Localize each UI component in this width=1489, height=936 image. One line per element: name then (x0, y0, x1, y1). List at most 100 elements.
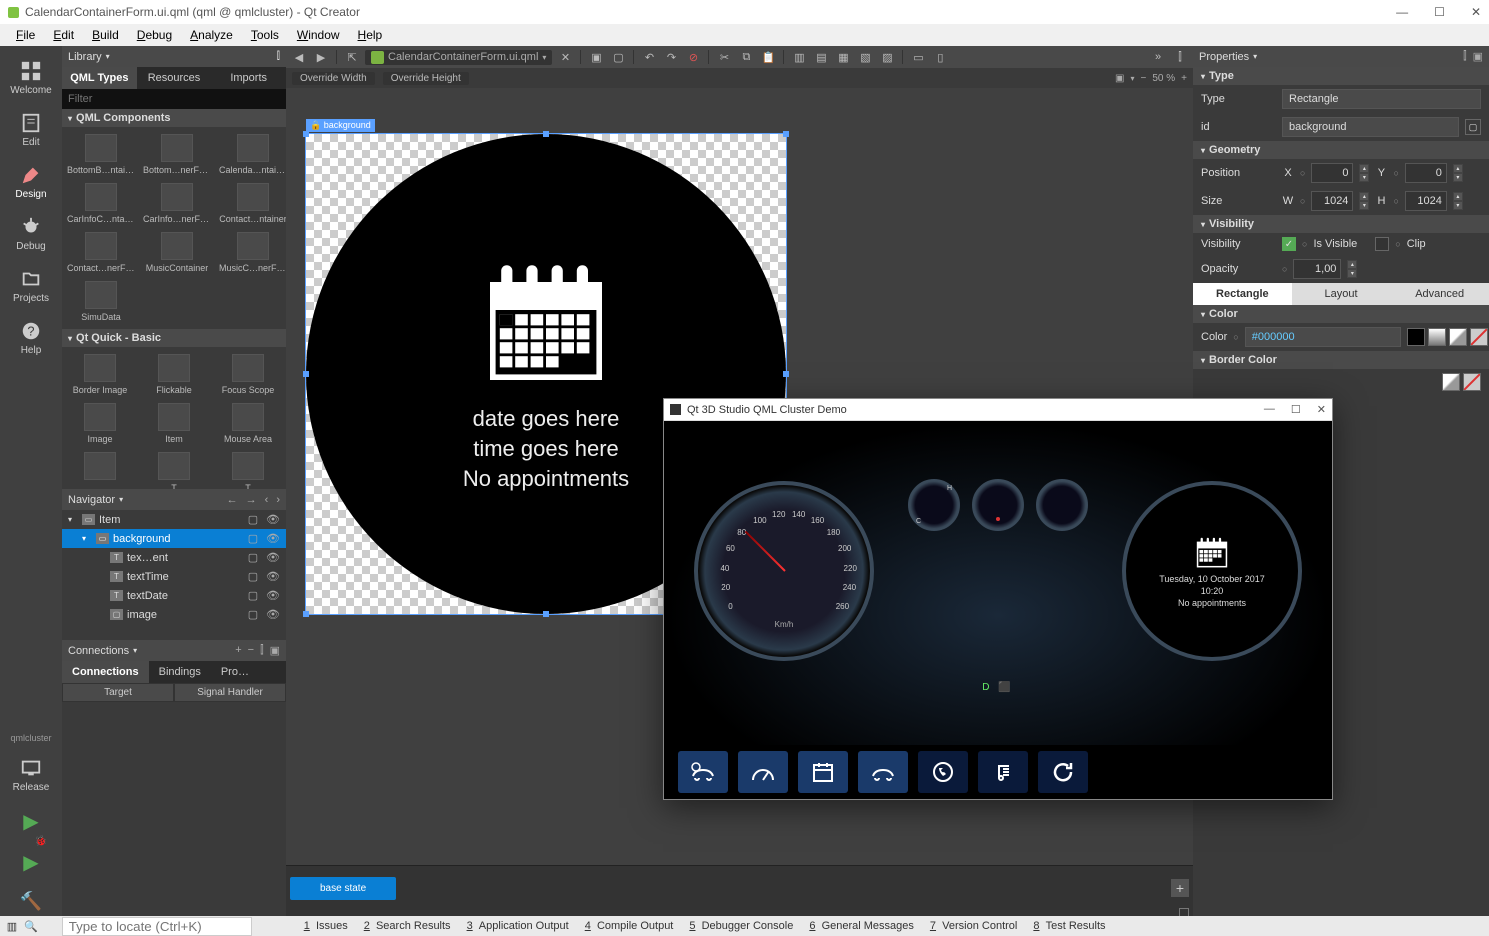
section-color[interactable]: Color (1193, 305, 1489, 323)
nav-back-icon[interactable]: ← (227, 494, 238, 506)
export-toggle-icon[interactable]: ▢ (246, 551, 260, 564)
visibility-toggle-icon[interactable]: 👁 (266, 513, 280, 526)
conn-tab-properties[interactable]: Pro… (211, 661, 259, 683)
demo-titlebar[interactable]: Qt 3D Studio QML Cluster Demo — ☐ ✕ (664, 399, 1332, 421)
lib-section-qml-components[interactable]: QML Components (62, 109, 286, 127)
lib-item[interactable]: Contact…nerForm (64, 229, 138, 276)
menu-tools[interactable]: Tools (243, 26, 287, 44)
nav-row[interactable]: TtextDate▢👁 (62, 586, 286, 605)
menu-debug[interactable]: Debug (129, 26, 180, 44)
lib-item[interactable]: T (212, 449, 284, 489)
file-combo[interactable]: CalendarContainerForm.ui.qml ▾ (365, 50, 552, 65)
anchor-icon-2[interactable]: ▯ (931, 48, 949, 66)
color-none-button[interactable] (1470, 328, 1488, 346)
anchor-icon-1[interactable]: ▭ (909, 48, 927, 66)
panel-split-icon[interactable]: ⫿ (277, 51, 280, 62)
kit-selector[interactable]: Release (2, 753, 60, 797)
lib-item[interactable]: Flickable (138, 351, 210, 398)
type-input[interactable] (1282, 89, 1481, 109)
status-pane-button[interactable]: 8 Test Results (1025, 920, 1113, 932)
overflow-icon[interactable]: » (1149, 48, 1167, 66)
nav-fwd-icon[interactable]: → (246, 494, 257, 506)
paste-icon[interactable]: 📋 (759, 48, 777, 66)
demo-btn-car-info[interactable] (858, 751, 908, 793)
demo-btn-reload[interactable] (1038, 751, 1088, 793)
prop-tab-advanced[interactable]: Advanced (1390, 283, 1489, 305)
demo-btn-car-settings[interactable] (678, 751, 728, 793)
lib-item[interactable]: T (138, 449, 210, 489)
pos-y-input[interactable] (1405, 163, 1447, 183)
layout-icon-1[interactable]: ▥ (790, 48, 808, 66)
pos-x-input[interactable] (1311, 163, 1353, 183)
close-button[interactable]: ✕ (1471, 5, 1481, 19)
section-border-color[interactable]: Border Color (1193, 351, 1489, 369)
export-toggle-icon[interactable]: ▢ (246, 608, 260, 621)
cut-icon[interactable]: ✂ (715, 48, 733, 66)
id-input[interactable] (1282, 117, 1459, 137)
lib-item[interactable]: Calenda…ntainer (216, 131, 286, 178)
layout-icon-5[interactable]: ▨ (878, 48, 896, 66)
prop-close-icon[interactable]: ▣ (1473, 50, 1483, 63)
lib-item[interactable]: MusicC…nerForm (216, 229, 286, 276)
conn-tab-connections[interactable]: Connections (62, 661, 149, 683)
lib-item[interactable] (64, 449, 136, 489)
status-pane-button[interactable]: 3 Application Output (459, 920, 577, 932)
demo-btn-music[interactable] (978, 751, 1028, 793)
section-geometry[interactable]: Geometry (1193, 141, 1489, 159)
layout-icon-3[interactable]: ▦ (834, 48, 852, 66)
mode-help[interactable]: ? Help (2, 316, 60, 360)
mode-edit[interactable]: Edit (2, 108, 60, 152)
zoom-in-icon[interactable]: + (1181, 73, 1187, 84)
sidebar-toggle-icon[interactable]: ▥ (4, 920, 20, 933)
visibility-toggle-icon[interactable]: 👁 (266, 608, 280, 621)
close-file-icon[interactable]: ✕ (556, 48, 574, 66)
prop-tab-rectangle[interactable]: Rectangle (1193, 283, 1292, 305)
visibility-toggle-icon[interactable]: 👁 (266, 570, 280, 583)
maximize-button[interactable]: ☐ (1434, 5, 1445, 19)
nav-up-icon[interactable]: ‹ (265, 494, 269, 506)
library-filter-input[interactable] (62, 89, 286, 109)
status-pane-button[interactable]: 5 Debugger Console (681, 920, 801, 932)
lib-item[interactable]: Contact…ntainer (216, 180, 286, 227)
menu-file[interactable]: File (8, 26, 43, 44)
export-toggle-icon[interactable]: ▢ (246, 513, 260, 526)
project-kit-selector[interactable]: qmlcluster (8, 731, 53, 745)
demo-btn-gauge[interactable] (738, 751, 788, 793)
undo-icon[interactable]: ↶ (640, 48, 658, 66)
color-solid-button[interactable] (1407, 328, 1425, 346)
status-pane-button[interactable]: 4 Compile Output (577, 920, 682, 932)
nav-row[interactable]: Ttex…ent▢👁 (62, 548, 286, 567)
tb-icon-2[interactable]: ▢ (609, 48, 627, 66)
override-height-button[interactable]: Override Height (383, 72, 469, 85)
run-button[interactable]: ▶ (23, 805, 38, 838)
border-none-button[interactable] (1463, 373, 1481, 391)
export-icon[interactable]: ⇱ (343, 48, 361, 66)
demo-minimize-button[interactable]: — (1264, 403, 1275, 416)
prop-split-icon[interactable]: ⫿ (1463, 50, 1467, 63)
layout-icon-2[interactable]: ▤ (812, 48, 830, 66)
connections-body[interactable] (62, 702, 286, 916)
border-gradient-button[interactable] (1442, 373, 1460, 391)
tab-resources[interactable]: Resources (137, 67, 212, 89)
layout-icon-4[interactable]: ▧ (856, 48, 874, 66)
fwd-icon[interactable]: ▶ (312, 48, 330, 66)
locator-input[interactable] (62, 917, 252, 936)
tab-qml-types[interactable]: QML Types (62, 67, 137, 89)
lib-item[interactable]: Bottom…nerForm (140, 131, 214, 178)
copy-icon[interactable]: ⧉ (737, 48, 755, 66)
section-type[interactable]: Type (1193, 67, 1489, 85)
export-toggle-icon[interactable]: ▢ (246, 589, 260, 602)
mode-welcome[interactable]: Welcome (2, 56, 60, 100)
demo-close-button[interactable]: ✕ (1317, 403, 1326, 416)
lib-section-basic[interactable]: Qt Quick - Basic (62, 329, 286, 347)
opacity-input[interactable] (1293, 259, 1341, 279)
lib-item[interactable]: CarInfoC…ntainer (64, 180, 138, 227)
menu-build[interactable]: Build (84, 26, 127, 44)
conn-remove-icon[interactable]: − (248, 644, 254, 657)
minimize-button[interactable]: — (1396, 5, 1408, 19)
demo-window[interactable]: Qt 3D Studio QML Cluster Demo — ☐ ✕ 0204… (663, 398, 1333, 800)
demo-btn-calendar[interactable] (798, 751, 848, 793)
color-input[interactable] (1245, 327, 1401, 347)
text-date[interactable]: date goes here (473, 406, 620, 432)
navigator-tree[interactable]: ▾▭Item▢👁▾▭background▢👁Ttex…ent▢👁TtextTim… (62, 510, 286, 640)
